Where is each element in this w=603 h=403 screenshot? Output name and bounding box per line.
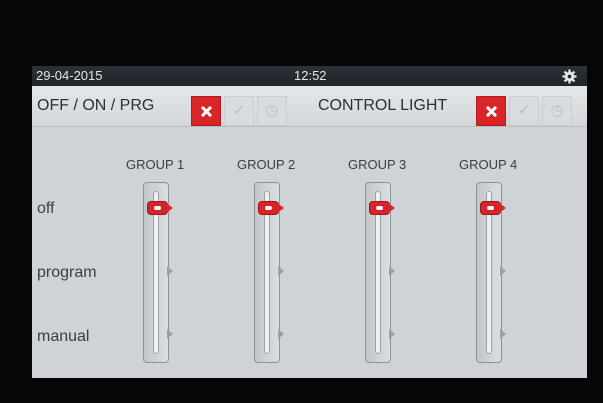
slider-groove <box>153 191 159 354</box>
touch-screen: 29-04-2015 12:52 OFF / ON / PRG ✓ ◷ CONT… <box>32 66 587 378</box>
row-label-program: program <box>37 264 97 281</box>
off-on-prg-off-button[interactable] <box>191 96 221 126</box>
row-label-off: off <box>37 200 55 217</box>
control-row: OFF / ON / PRG ✓ ◷ CONTROL LIGHT ✓ ◷ <box>32 86 587 127</box>
group-3-slider[interactable] <box>365 182 395 363</box>
off-on-prg-label: OFF / ON / PRG <box>37 97 155 114</box>
group-1-header: GROUP 1 <box>126 157 185 172</box>
check-icon: ✓ <box>517 102 531 119</box>
slider-groove <box>486 191 492 354</box>
group-1-slider-thumb[interactable] <box>147 201 173 215</box>
status-time: 12:52 <box>294 68 327 83</box>
control-light-on-button[interactable]: ✓ <box>509 96 539 126</box>
slider-tick-program <box>500 266 506 276</box>
off-on-prg-program-button[interactable]: ◷ <box>257 96 287 126</box>
slider-tick-program <box>167 266 173 276</box>
off-on-prg-on-button[interactable]: ✓ <box>224 96 254 126</box>
slider-tick-manual <box>278 329 284 339</box>
group-4-slider-thumb[interactable] <box>480 201 506 215</box>
control-light-program-button[interactable]: ◷ <box>542 96 572 126</box>
control-light-off-button[interactable] <box>476 96 506 126</box>
group-3-header: GROUP 3 <box>348 157 407 172</box>
gear-icon[interactable] <box>562 69 577 84</box>
slider-tick-manual <box>389 329 395 339</box>
group-1-slider[interactable] <box>143 182 173 363</box>
status-bar: 29-04-2015 12:52 <box>32 66 587 86</box>
row-label-manual: manual <box>37 328 90 345</box>
slider-tick-program <box>278 266 284 276</box>
control-light-label: CONTROL LIGHT <box>318 97 448 114</box>
slider-tick-program <box>389 266 395 276</box>
slider-tick-manual <box>500 329 506 339</box>
group-4-slider[interactable] <box>476 182 506 363</box>
slider-groove <box>264 191 270 354</box>
group-2-header: GROUP 2 <box>237 157 296 172</box>
group-2-slider[interactable] <box>254 182 284 363</box>
group-2-slider-thumb[interactable] <box>258 201 284 215</box>
status-date: 29-04-2015 <box>36 68 103 83</box>
group-3-slider-thumb[interactable] <box>369 201 395 215</box>
group-4-header: GROUP 4 <box>459 157 518 172</box>
clock-icon: ◷ <box>265 102 279 119</box>
check-icon: ✓ <box>232 102 246 119</box>
slider-groove <box>375 191 381 354</box>
slider-tick-manual <box>167 329 173 339</box>
clock-icon: ◷ <box>550 102 564 119</box>
